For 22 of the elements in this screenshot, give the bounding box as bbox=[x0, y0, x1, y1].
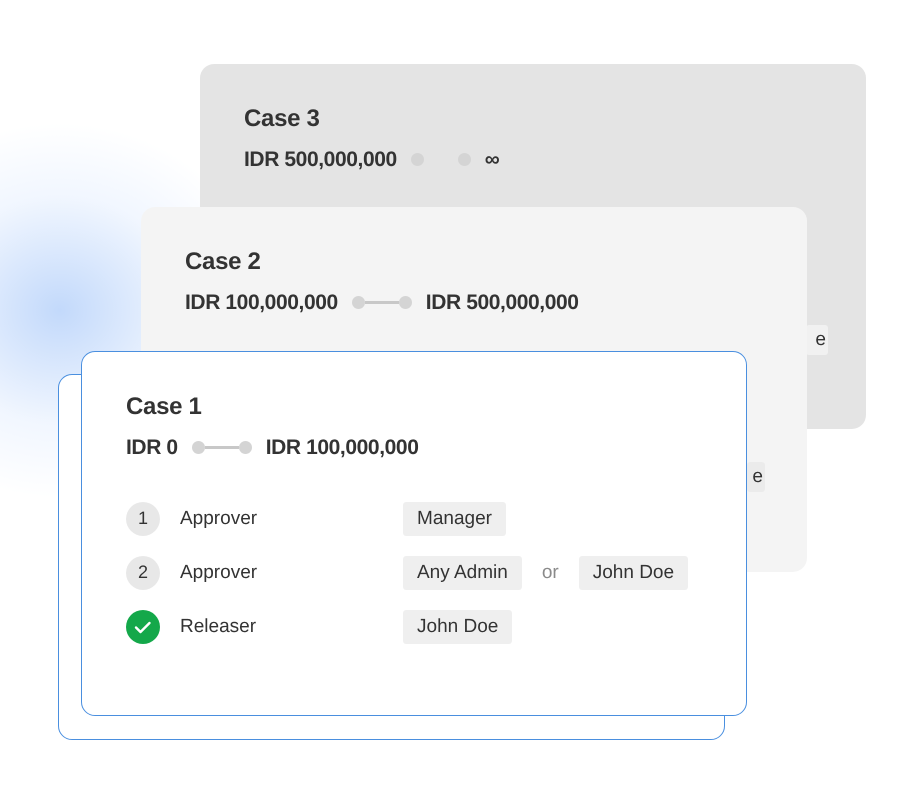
assignee-tag: John Doe bbox=[578, 556, 688, 590]
step-number: 2 bbox=[126, 556, 160, 590]
case-title: Case 2 bbox=[185, 247, 262, 277]
assignee-tag: Manager bbox=[403, 502, 506, 536]
assignee-tag: e bbox=[806, 325, 828, 355]
assignee-tag: John Doe bbox=[403, 610, 512, 644]
amount-from: IDR 500,000,000 bbox=[244, 147, 397, 173]
amount-from: IDR 0 bbox=[126, 435, 178, 461]
or-text: or bbox=[542, 560, 559, 584]
step-number: 1 bbox=[126, 502, 160, 536]
amount-from: IDR 100,000,000 bbox=[185, 290, 338, 316]
case-title: Case 1 bbox=[126, 392, 203, 422]
amount-to: ∞ bbox=[484, 147, 500, 173]
amount-to: IDR 500,000,000 bbox=[426, 290, 579, 316]
case-title: Case 3 bbox=[244, 104, 321, 134]
assignee-tag: Any Admin bbox=[403, 556, 522, 590]
assignee-tag: e bbox=[747, 462, 765, 492]
amount-to: IDR 100,000,000 bbox=[266, 435, 418, 461]
step-label: Releaser bbox=[180, 614, 258, 638]
step-label: Approver bbox=[180, 506, 258, 530]
step-label: Approver bbox=[180, 560, 258, 584]
check-circle-icon bbox=[126, 610, 160, 644]
